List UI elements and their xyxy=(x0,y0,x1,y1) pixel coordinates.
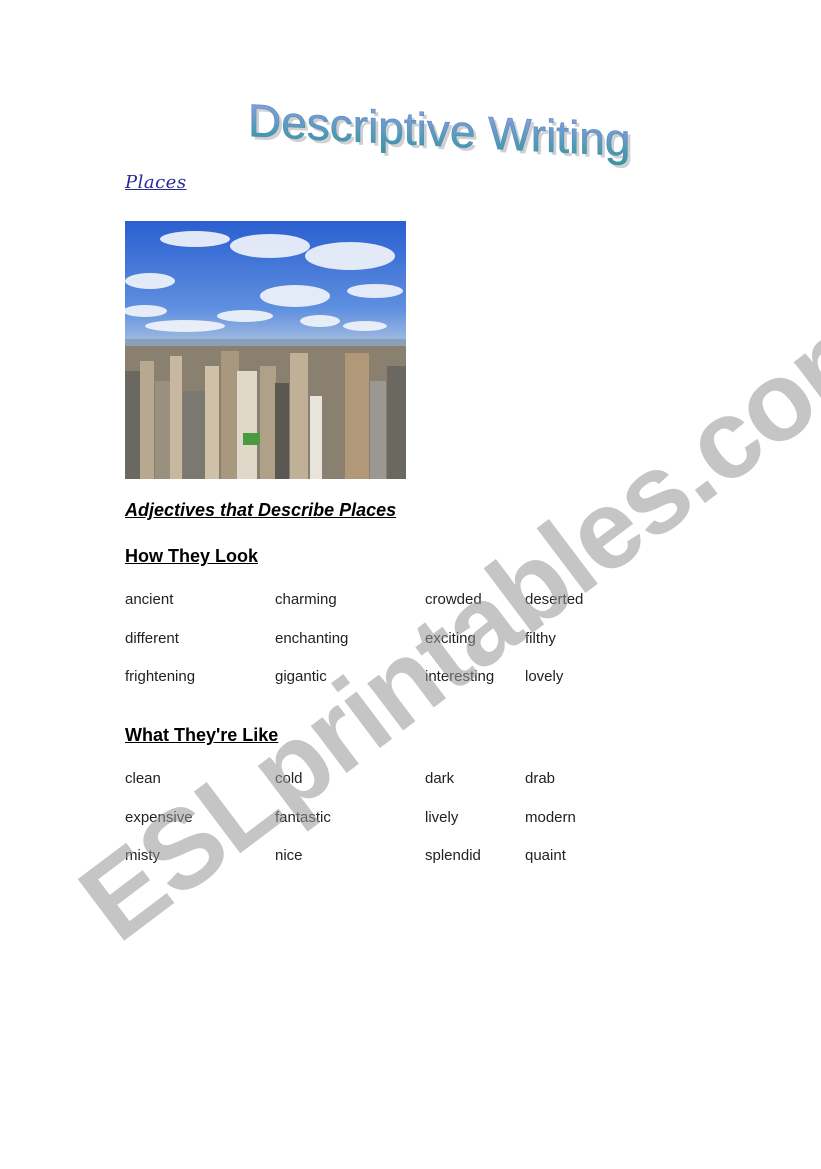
document-title: Descriptive Writing Descriptive Writing xyxy=(248,94,634,169)
word: lively xyxy=(425,808,459,826)
word: charming xyxy=(275,591,337,608)
section-heading-how-they-look: How They Look xyxy=(125,546,259,566)
word: fantastic xyxy=(275,808,331,826)
word: interesting xyxy=(425,668,495,685)
word: clean xyxy=(125,770,161,787)
word: dark xyxy=(425,770,455,787)
word: cold xyxy=(275,770,303,787)
word: ancient xyxy=(125,591,174,608)
word: exciting xyxy=(425,629,476,647)
word: quaint xyxy=(525,847,566,864)
word: lovely xyxy=(525,668,564,685)
word: misty xyxy=(125,847,160,864)
word-grid-how-they-look: ancient charming crowded deserted differ… xyxy=(125,591,625,707)
word: drab xyxy=(525,770,556,787)
word: enchanting xyxy=(275,629,349,647)
word-grid-what-theyre-like: clean cold dark drab expensive fantastic… xyxy=(125,770,625,886)
word: different xyxy=(125,629,179,647)
city-skyline-photo xyxy=(125,221,406,479)
title-text: Descriptive Writing xyxy=(248,94,630,166)
word: frightening xyxy=(125,668,196,685)
word: expensive xyxy=(125,808,193,826)
word: filthy xyxy=(525,629,556,647)
main-heading: Adjectives that Describe Places xyxy=(125,500,397,520)
section-heading-what-theyre-like: What They're Like xyxy=(125,725,279,745)
word: deserted xyxy=(525,591,584,608)
word: splendid xyxy=(425,847,481,864)
places-link[interactable]: Places xyxy=(125,172,187,193)
word: crowded xyxy=(425,591,482,608)
word: gigantic xyxy=(275,668,327,685)
word: nice xyxy=(275,847,303,864)
word: modern xyxy=(525,808,576,826)
